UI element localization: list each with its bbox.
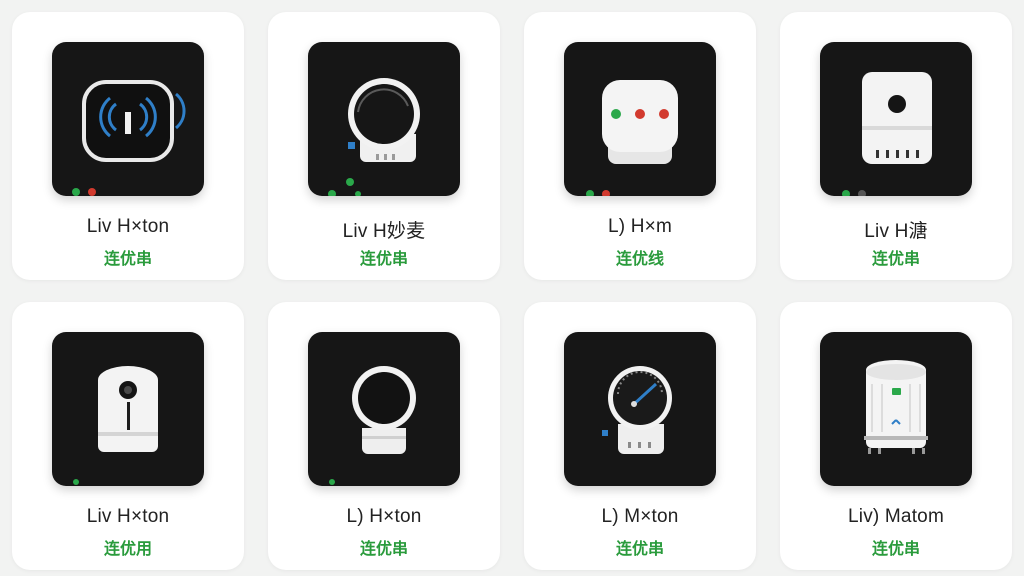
device-name: L) H×ton bbox=[346, 506, 422, 527]
air-purifier-icon bbox=[864, 360, 928, 454]
device-tile bbox=[564, 332, 716, 486]
tower-camera-icon bbox=[73, 366, 158, 485]
device-name: Liv H溏 bbox=[864, 221, 928, 242]
device-card[interactable]: Liv) Matom 连优串 bbox=[780, 302, 1012, 570]
device-grid: Liv H×ton 连优串 Liv H妙麦 连优串 L) H×m 连优线 Liv… bbox=[12, 12, 1014, 572]
device-tile bbox=[820, 332, 972, 486]
device-tile bbox=[52, 332, 204, 486]
device-name: Liv) Matom bbox=[848, 506, 944, 527]
gauge-device-icon bbox=[602, 366, 672, 454]
device-status: 连优串 bbox=[103, 249, 152, 268]
camera-speaker-icon bbox=[842, 72, 932, 196]
device-card[interactable]: Liv H×ton 连优串 bbox=[12, 12, 244, 280]
wifi-hub-icon bbox=[72, 80, 186, 196]
device-tile bbox=[820, 42, 972, 196]
device-status: 连优用 bbox=[103, 539, 152, 558]
device-status: 连优串 bbox=[359, 539, 408, 558]
device-card[interactable]: Liv H×ton 连优用 bbox=[12, 302, 244, 570]
device-status: 连优串 bbox=[871, 249, 920, 268]
device-status: 连优串 bbox=[615, 539, 664, 558]
device-card[interactable]: Liv H溏 连优串 bbox=[780, 12, 1012, 280]
device-tile bbox=[52, 42, 204, 196]
round-camera-icon bbox=[328, 78, 420, 196]
device-name: Liv H×ton bbox=[86, 216, 170, 237]
device-status: 连优线 bbox=[615, 249, 664, 268]
device-card[interactable]: Liv H妙麦 连优串 bbox=[268, 12, 500, 280]
device-status: 连优串 bbox=[871, 539, 920, 558]
device-card[interactable]: L) H×ton 连优串 bbox=[268, 302, 500, 570]
device-tile bbox=[308, 42, 460, 196]
device-name: L) H×m bbox=[607, 216, 673, 237]
device-tile bbox=[308, 332, 460, 486]
indicator-box-icon bbox=[586, 80, 678, 196]
device-card[interactable]: L) M×ton 连优串 bbox=[524, 302, 756, 570]
device-card[interactable]: L) H×m 连优线 bbox=[524, 12, 756, 280]
device-tile bbox=[564, 42, 716, 196]
orb-camera-icon bbox=[329, 366, 416, 485]
device-status: 连优串 bbox=[359, 249, 408, 268]
device-name: Liv H×ton bbox=[86, 506, 170, 527]
device-name: Liv H妙麦 bbox=[342, 221, 426, 242]
device-name: L) M×ton bbox=[601, 506, 679, 527]
